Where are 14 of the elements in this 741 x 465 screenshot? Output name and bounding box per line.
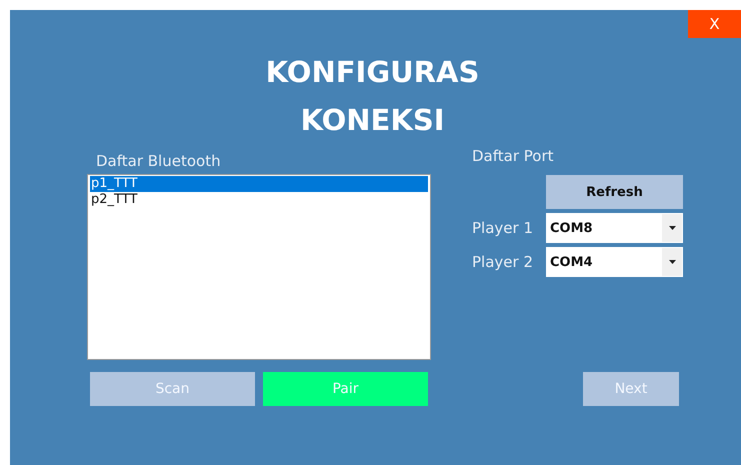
caret-icon	[668, 226, 676, 230]
port-dropdown[interactable]: COM8	[546, 213, 683, 243]
player-label: Player 2	[472, 253, 534, 271]
list-item[interactable]: p2_TTT	[90, 192, 428, 208]
refresh-button[interactable]: Refresh	[546, 175, 683, 209]
section-label: Daftar Port	[472, 147, 555, 165]
caret-icon	[668, 260, 676, 264]
window-title: KONEKSI	[300, 102, 445, 139]
player-label: Player 1	[472, 219, 534, 237]
list-item[interactable]: p1_TTT	[90, 176, 428, 192]
window-title: KONFIGURAS	[266, 54, 480, 91]
port-dropdown[interactable]: COM4	[546, 247, 683, 277]
device-list[interactable]: p1_TTT p2_TTT	[87, 174, 431, 360]
list-label: Daftar Bluetooth	[96, 152, 222, 170]
